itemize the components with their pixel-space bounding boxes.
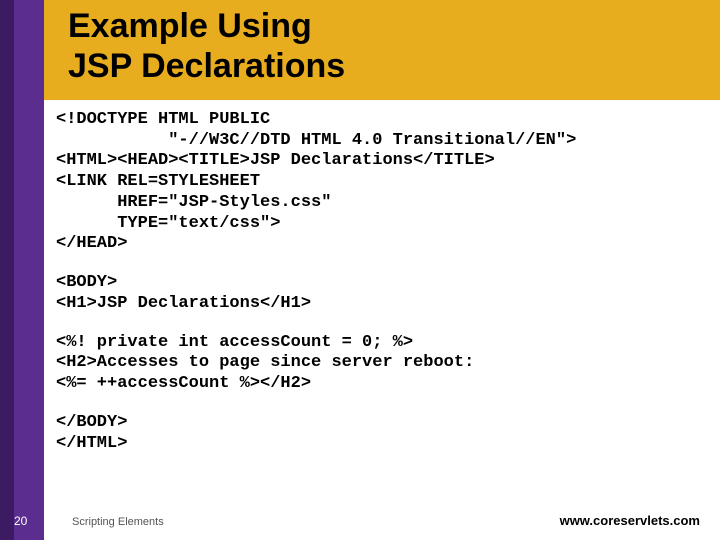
code-block-4: </BODY> </HTML> (56, 413, 706, 454)
title-line-1: Example Using (68, 7, 312, 45)
left-accent-bar-dark (0, 0, 14, 540)
chapter-label: Scripting Elements (72, 516, 164, 528)
code-block-1: <!DOCTYPE HTML PUBLIC "-//W3C//DTD HTML … (56, 110, 706, 255)
slide-body: <!DOCTYPE HTML PUBLIC "-//W3C//DTD HTML … (56, 110, 706, 454)
page-number: 20 (14, 514, 27, 528)
footer: 20 Scripting Elements www.coreservlets.c… (0, 506, 720, 530)
site-url: www.coreservlets.com (560, 513, 700, 528)
code-block-2: <BODY> <H1>JSP Declarations</H1> (56, 273, 706, 314)
title-area: Example Using JSP Declarations (44, 0, 720, 100)
slide: Example Using JSP Declarations <!DOCTYPE… (0, 0, 720, 540)
title-line-2: JSP Declarations (68, 47, 345, 85)
slide-title: Example Using JSP Declarations (68, 6, 720, 86)
code-block-3: <%! private int accessCount = 0; %> <H2>… (56, 333, 706, 395)
